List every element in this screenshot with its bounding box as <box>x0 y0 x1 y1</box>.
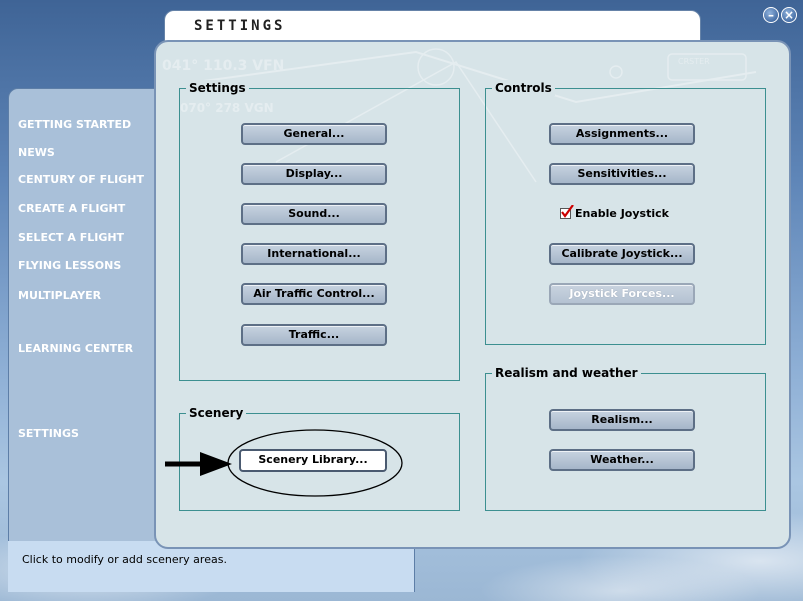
window-controls: – × <box>763 7 797 23</box>
nav-item-settings[interactable]: SETTINGS <box>18 427 79 440</box>
nav-item-century-of-flight[interactable]: CENTURY OF FLIGHT <box>18 173 144 186</box>
close-button[interactable]: × <box>781 7 797 23</box>
highlight-ellipse <box>227 429 403 497</box>
nav-item-flying-lessons[interactable]: FLYING LESSONS <box>18 259 121 272</box>
pointer-arrow-head <box>200 452 232 476</box>
nav-item-getting-started[interactable]: GETTING STARTED <box>18 118 131 131</box>
minimize-button[interactable]: – <box>763 7 779 23</box>
page-title: SETTINGS <box>194 18 286 34</box>
settings-panel: 041° 110.3 VFN 070° 278 VGN CRSTER Setti… <box>154 40 791 549</box>
nav-item-news[interactable]: NEWS <box>18 146 55 159</box>
nav-item-select-a-flight[interactable]: SELECT A FLIGHT <box>18 231 124 244</box>
annotation-overlay <box>165 429 403 497</box>
nav-item-create-a-flight[interactable]: CREATE A FLIGHT <box>18 202 125 215</box>
nav-item-learning-center[interactable]: LEARNING CENTER <box>18 342 133 355</box>
nav-item-multiplayer[interactable]: MULTIPLAYER <box>18 289 101 302</box>
status-text: Click to modify or add scenery areas. <box>22 553 227 566</box>
